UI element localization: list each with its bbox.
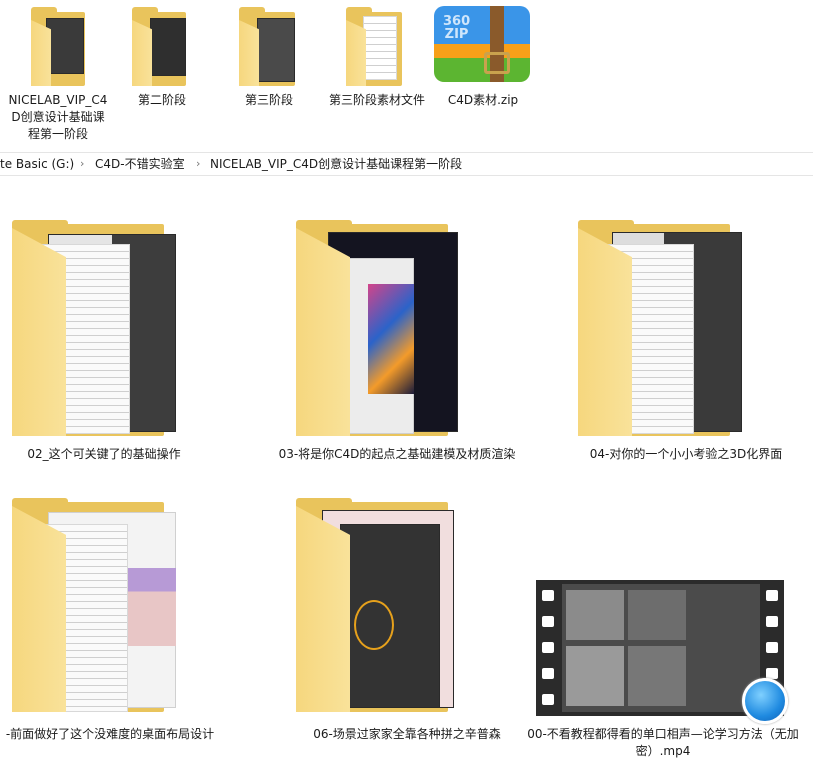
folder-tile-03[interactable]: 03-将是你C4D的起点之基础建模及材质渲染 [279,210,532,461]
folder-icon [282,210,532,450]
breadcrumb-separator[interactable]: › [80,153,84,175]
player-app-icon [742,678,788,724]
folder-tile-06[interactable]: 06-场景过家家全靠各种拼之辛普森 [282,490,532,741]
folder-label: 02_这个可关键了的基础操作 [27,447,181,461]
folder-icon [112,0,212,92]
folder-tile-04[interactable]: 04-对你的一个小小考验之3D化界面 [566,210,813,461]
folder-label: 06-场景过家家全靠各种拼之辛普森 [313,727,501,741]
folder-tile-02[interactable]: 02_这个可关键了的基础操作 [0,210,250,461]
breadcrumb: te Basic (G:) › C4D-不错实验室 › NICELAB_VIP_… [0,152,813,176]
zip-badge-text: 360 ZIP [443,14,471,42]
video-tile-00[interactable]: 00-不看教程都得看的单口相声—论学习方法（无加密）.mp4 [527,570,799,760]
folder-label: 03-将是你C4D的起点之基础建模及材质渲染 [278,447,516,461]
file-item-stage3[interactable]: 第三阶段 [219,0,319,109]
folder-label: 04-对你的一个小小考验之3D化界面 [589,447,783,461]
folder-icon [219,0,319,92]
folder-icon [566,210,813,450]
breadcrumb-drive[interactable]: te Basic (G:) [0,153,74,175]
file-item-nicelab[interactable]: NICELAB_VIP_C4D创意设计基础课程第一阶段 [8,0,108,143]
folder-icon [282,490,532,730]
folder-icon [327,0,427,92]
folder-icon [0,210,250,450]
file-item-stage3-assets[interactable]: 第三阶段素材文件 [327,0,427,109]
file-label: NICELAB_VIP_C4D创意设计基础课程第一阶段 [8,93,108,141]
folder-label: -前面做好了这个没难度的桌面布局设计 [5,727,215,741]
folder-icon [8,0,108,92]
file-label: C4D素材.zip [447,93,519,107]
breadcrumb-folder-nicelab[interactable]: NICELAB_VIP_C4D创意设计基础课程第一阶段 [210,153,462,175]
file-label: 第三阶段 [244,93,293,107]
file-label: 第三阶段素材文件 [328,93,425,107]
file-label: 第二阶段 [137,93,186,107]
folder-tile-05[interactable]: -前面做好了这个没难度的桌面布局设计 [0,490,250,741]
file-label: 00-不看教程都得看的单口相声—论学习方法（无加密）.mp4 [527,727,799,758]
folder-icon [0,490,250,730]
file-item-stage2[interactable]: 第二阶段 [112,0,212,109]
breadcrumb-separator[interactable]: › [196,153,200,175]
breadcrumb-folder-c4d[interactable]: C4D-不错实验室 [95,153,185,175]
file-item-c4d-zip[interactable]: 360 ZIP C4D素材.zip [433,0,533,109]
zip-archive-icon: 360 ZIP [433,0,533,92]
